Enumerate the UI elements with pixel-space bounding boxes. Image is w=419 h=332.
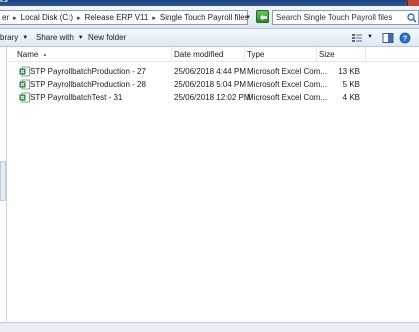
include-in-library-label: brary: [0, 33, 19, 42]
column-date-label: Date modified: [174, 50, 224, 59]
file-size: 5 KB: [342, 80, 360, 89]
file-size: 4 KB: [342, 93, 360, 102]
breadcrumb-separator-icon[interactable]: ▸: [150, 14, 158, 22]
file-type: Microsoft Excel Com...: [247, 80, 328, 89]
column-type-label: Type: [247, 50, 265, 59]
file-row[interactable]: STP PayrollbatchTest - 31 25/06/2018 12:…: [8, 91, 419, 104]
column-header-name[interactable]: Name ▲: [8, 47, 172, 62]
breadcrumb-local-disk[interactable]: Local Disk (C:): [19, 13, 75, 22]
breadcrumb-separator-icon[interactable]: ▸: [11, 14, 19, 22]
file-size: 13 KB: [338, 67, 360, 76]
column-size-label: Size: [319, 50, 335, 59]
address-history-dropdown-icon[interactable]: ▼: [242, 10, 254, 25]
share-with-label: Share with: [36, 33, 74, 42]
navigation-pane[interactable]: [0, 47, 7, 324]
share-with-button[interactable]: Share with ▼: [36, 33, 84, 42]
views-dropdown-icon[interactable]: ▼: [367, 34, 379, 46]
column-header-size[interactable]: Size: [317, 47, 366, 62]
address-row: er ▸ Local Disk (C:) ▸ Release ERP V11 ▸…: [0, 6, 419, 29]
file-row[interactable]: STP PayrollbatchProduction - 27 25/06/20…: [8, 65, 419, 78]
svg-text:?: ?: [403, 36, 407, 43]
new-folder-button[interactable]: New folder: [88, 33, 126, 42]
file-type: Microsoft Excel Com...: [247, 67, 328, 76]
file-date: 25/06/2018 12:02 PM: [174, 93, 251, 102]
chevron-down-icon: ▼: [22, 34, 29, 41]
excel-file-icon: [19, 79, 30, 90]
breadcrumb-release-erp[interactable]: Release ERP V11: [83, 13, 151, 22]
breadcrumb-separator-icon[interactable]: ▸: [75, 14, 83, 22]
search-icon[interactable]: [405, 10, 419, 25]
navigation-pane-scrollbar[interactable]: [0, 161, 6, 201]
chevron-down-icon: ▼: [77, 34, 84, 41]
refresh-icon[interactable]: [256, 10, 269, 23]
file-type: Microsoft Excel Com...: [247, 93, 328, 102]
column-header-date[interactable]: Date modified: [172, 47, 245, 62]
status-bar: [0, 322, 419, 332]
column-name-label: Name: [17, 50, 39, 59]
excel-file-icon: [19, 66, 30, 77]
file-list: STP PayrollbatchProduction - 27 25/06/20…: [8, 65, 419, 104]
file-date: 25/06/2018 4:44 PM: [174, 67, 247, 76]
search-input[interactable]: Search Single Touch Payroll files: [272, 10, 406, 25]
column-header-type[interactable]: Type: [245, 47, 317, 62]
excel-file-icon: [19, 92, 30, 103]
file-date: 25/06/2018 5:04 PM: [174, 80, 247, 89]
include-in-library-button[interactable]: brary ▼: [0, 33, 28, 42]
column-header-row: Name ▲ Date modified Type Size: [8, 47, 419, 62]
file-name: STP PayrollbatchProduction - 27: [30, 67, 146, 76]
new-folder-label: New folder: [88, 33, 127, 42]
breadcrumb-computer[interactable]: er: [0, 13, 11, 22]
sort-ascending-icon: ▲: [42, 51, 48, 58]
help-icon[interactable]: ?: [399, 32, 411, 44]
breadcrumb-stp-files[interactable]: Single Touch Payroll files: [158, 13, 247, 22]
command-bar: brary ▼ Share with ▼ New folder ▼ ?: [0, 29, 419, 47]
views-icon[interactable]: [351, 32, 363, 44]
preview-pane-icon[interactable]: [382, 32, 394, 44]
address-bar[interactable]: er ▸ Local Disk (C:) ▸ Release ERP V11 ▸…: [0, 10, 248, 25]
file-row[interactable]: STP PayrollbatchProduction - 28 25/06/20…: [8, 78, 419, 91]
window-title: es: [0, 0, 8, 4]
file-name: STP PayrollbatchProduction - 28: [30, 80, 146, 89]
file-name: STP PayrollbatchTest - 31: [30, 93, 123, 102]
